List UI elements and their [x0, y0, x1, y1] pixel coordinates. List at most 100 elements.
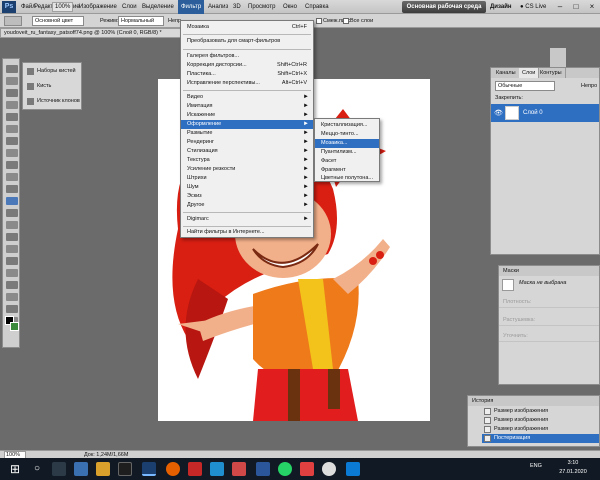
shape-tool-icon[interactable]: [6, 269, 18, 277]
submenu-item-facet[interactable]: Фасет: [315, 157, 379, 166]
submenu-item-color-halftone[interactable]: Цветные полутона...: [315, 174, 379, 183]
filter-menu-item-pixelate[interactable]: Оформление ►: [181, 120, 313, 129]
filter-menu-item-liquify[interactable]: Пластика... Shift+Ctrl+X: [181, 70, 313, 79]
dodge-tool-icon[interactable]: [6, 221, 18, 229]
marquee-tool-icon[interactable]: [6, 77, 18, 85]
submenu-item-mosaic[interactable]: Мозаика...: [315, 139, 379, 148]
menu-help[interactable]: Справка: [302, 0, 332, 14]
brush-presets-item[interactable]: Наборы кистей: [25, 65, 81, 78]
menu-select[interactable]: Выделение: [139, 0, 177, 14]
history-item[interactable]: Размер изображения: [482, 407, 599, 416]
3d-orbit-tool-icon[interactable]: [6, 293, 18, 301]
menu-image[interactable]: Изображение: [76, 0, 120, 14]
document-tab[interactable]: youdoveit_ru_fantasy_patsoff74.png @ 100…: [0, 28, 190, 38]
search-icon[interactable]: ○: [30, 462, 44, 476]
all-layers-checkbox[interactable]: Все слои: [343, 16, 373, 26]
chrome-icon[interactable]: [322, 462, 336, 476]
filter-menu-item-brush-strokes[interactable]: Штрихи ►: [181, 174, 313, 183]
filter-menu-item-vanishing[interactable]: Исправление перспективы... Alt+Ctrl+V: [181, 79, 313, 88]
history-brush-tool-icon[interactable]: [6, 173, 18, 181]
filter-menu-item-gallery[interactable]: Галерея фильтров...: [181, 52, 313, 61]
filter-menu-item-browse-online[interactable]: Найти фильтры в Интернете...: [181, 228, 313, 237]
quick-select-tool-icon[interactable]: [6, 101, 18, 109]
history-item[interactable]: Размер изображения: [482, 416, 599, 425]
app-icon[interactable]: [118, 462, 132, 476]
tab-channels[interactable]: Каналы: [493, 68, 520, 78]
file-explorer-icon[interactable]: [96, 462, 110, 476]
lasso-tool-icon[interactable]: [6, 89, 18, 97]
mask-feather-row[interactable]: Растушевка:: [499, 314, 599, 326]
whatsapp-icon[interactable]: [278, 462, 292, 476]
layer-blend-select[interactable]: Обычные: [495, 81, 555, 91]
app-icon[interactable]: [232, 462, 246, 476]
workspace-button[interactable]: Основная рабочая среда: [402, 1, 486, 13]
menu-analysis[interactable]: Анализ: [205, 0, 231, 14]
filter-menu-item-texture[interactable]: Текстура ►: [181, 156, 313, 165]
history-item[interactable]: Размер изображения: [482, 425, 599, 434]
firefox-icon[interactable]: [166, 462, 180, 476]
app-icon[interactable]: [346, 462, 360, 476]
type-tool-icon[interactable]: [6, 245, 18, 253]
menu-view[interactable]: Просмотр: [245, 0, 278, 14]
layer-row[interactable]: 👁 Слой 0: [491, 104, 599, 122]
filter-menu-item-sharpen[interactable]: Усиление резкости ►: [181, 165, 313, 174]
maximize-icon[interactable]: □: [568, 0, 584, 14]
eraser-tool-icon[interactable]: [6, 185, 18, 193]
close-icon[interactable]: ×: [584, 0, 600, 14]
clone-source-item[interactable]: Источник клонов: [25, 95, 81, 108]
filter-menu-item-distort[interactable]: Искажение ►: [181, 111, 313, 120]
filter-menu-item-digimarc[interactable]: Digimarc ►: [181, 215, 313, 224]
zoom-dropdown[interactable]: 100%: [52, 2, 74, 12]
minimize-icon[interactable]: –: [552, 0, 568, 14]
filter-menu-item-artistic[interactable]: Имитация ►: [181, 102, 313, 111]
word-icon[interactable]: [256, 462, 270, 476]
task-view-icon[interactable]: [52, 462, 66, 476]
mask-refine-row[interactable]: Уточнить:: [499, 330, 599, 342]
filter-menu-item-stylize[interactable]: Стилизация ►: [181, 147, 313, 156]
crop-tool-icon[interactable]: [6, 113, 18, 121]
app-icon[interactable]: [300, 462, 314, 476]
filter-menu-item-other[interactable]: Другое ►: [181, 201, 313, 210]
fill-source-select[interactable]: Основной цвет: [32, 16, 84, 26]
app-icon[interactable]: [74, 462, 88, 476]
cslive-button[interactable]: ● CS Live: [520, 2, 546, 12]
pen-tool-icon[interactable]: [6, 233, 18, 241]
submenu-item-crystallize[interactable]: Кристаллизация...: [315, 121, 379, 130]
submenu-item-pointillize[interactable]: Пуантилизм...: [315, 148, 379, 157]
paint-bucket-icon[interactable]: [4, 16, 22, 26]
windows-start-icon[interactable]: ⊞: [8, 462, 22, 476]
input-language[interactable]: ENG: [530, 463, 542, 469]
hand-tool-icon[interactable]: [6, 305, 18, 313]
design-workspace-button[interactable]: Дизайн: [490, 1, 512, 13]
healing-brush-tool-icon[interactable]: [6, 137, 18, 145]
history-item-selected[interactable]: Постеризация: [482, 434, 599, 443]
background-color-swatch[interactable]: [10, 322, 19, 331]
app-icon[interactable]: [210, 462, 224, 476]
blend-mode-select[interactable]: Нормальный: [118, 16, 164, 26]
taskbar-clock[interactable]: 3:10 27.01.2020: [556, 459, 590, 479]
menu-filter[interactable]: Фильтр: [178, 0, 205, 14]
filter-menu-item-blur[interactable]: Размытие ►: [181, 129, 313, 138]
3d-rotate-tool-icon[interactable]: [6, 281, 18, 289]
menu-3d[interactable]: 3D: [230, 0, 244, 14]
app-icon[interactable]: [188, 462, 202, 476]
visibility-eye-icon[interactable]: 👁: [494, 109, 503, 117]
tab-paths[interactable]: Контуры: [537, 68, 566, 78]
submenu-item-mezzotint[interactable]: Меццо-тинто...: [315, 130, 379, 139]
filter-menu-item-sketch[interactable]: Эскиз ►: [181, 192, 313, 201]
photoshop-taskbar-icon[interactable]: [142, 462, 156, 476]
filter-menu-item-render[interactable]: Рендеринг ►: [181, 138, 313, 147]
clone-stamp-tool-icon[interactable]: [6, 161, 18, 169]
menu-layers[interactable]: Слои: [119, 0, 140, 14]
filter-menu-item-lens[interactable]: Коррекция дисторсии... Shift+Ctrl+R: [181, 61, 313, 70]
eyedropper-tool-icon[interactable]: [6, 125, 18, 133]
filter-menu-item-video[interactable]: Видео ►: [181, 93, 313, 102]
filter-menu-item-smart[interactable]: Преобразовать для смарт-фильтров: [181, 37, 313, 46]
menu-window[interactable]: Окно: [280, 0, 300, 14]
filter-menu-item-noise[interactable]: Шум ►: [181, 183, 313, 192]
move-tool-icon[interactable]: [6, 65, 18, 73]
filter-menu-item-last-filter[interactable]: Мозаика Ctrl+F: [181, 23, 313, 32]
paint-bucket-tool-icon[interactable]: [6, 197, 18, 205]
brush-tool-icon[interactable]: [6, 149, 18, 157]
mask-density-row[interactable]: Плотность:: [499, 296, 599, 308]
